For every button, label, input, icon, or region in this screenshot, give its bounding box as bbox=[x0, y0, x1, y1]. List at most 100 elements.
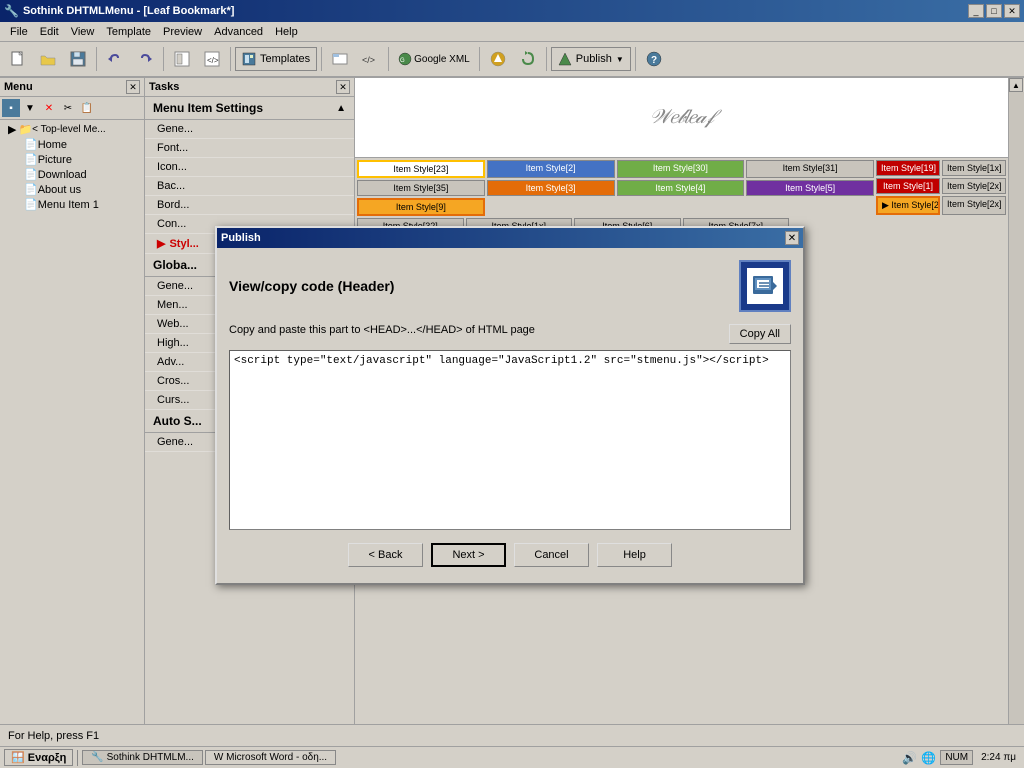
style-item-5[interactable]: Item Style[5] bbox=[746, 180, 874, 196]
tree-root-label: < Top-level Me... bbox=[32, 124, 105, 135]
templates-label: Templates bbox=[260, 53, 310, 65]
modal-title-bar: Publish ✕ bbox=[217, 228, 803, 248]
style-item-4[interactable]: Item Style[4] bbox=[617, 180, 745, 196]
help-button[interactable]: ? bbox=[640, 45, 668, 73]
menu-panel: Menu ✕ ▪ ▼ ✕ ✂ 📋 ▶ 📁 < Top-level Me... 📄… bbox=[0, 78, 145, 724]
menu-item-settings-header: Menu Item Settings ▲ bbox=[145, 97, 354, 120]
right-scrollbar[interactable]: ▲ ▼ bbox=[1008, 78, 1024, 724]
dialog-help-button[interactable]: Help bbox=[597, 543, 672, 567]
modal-instruction: Copy and paste this part to <HEAD>...</H… bbox=[229, 324, 535, 336]
settings-collapse-icon[interactable]: ▲ bbox=[336, 103, 346, 114]
style-item-31[interactable]: Item Style[31] bbox=[746, 160, 874, 178]
tray-icon1: 🔊 bbox=[902, 751, 917, 765]
maximize-button[interactable]: □ bbox=[986, 4, 1002, 18]
style-item-r1[interactable]: Item Style[1x] bbox=[942, 160, 1006, 176]
toolbar: </> Templates </> G Google XML Publish ▼… bbox=[0, 42, 1024, 78]
svg-text:</>: </> bbox=[362, 55, 375, 65]
tree-root[interactable]: ▶ 📁 < Top-level Me... bbox=[2, 122, 142, 137]
menu-template[interactable]: Template bbox=[100, 24, 157, 40]
window-title: Sothink DHTMLMenu - [Leaf Bookmark*] bbox=[23, 5, 234, 17]
style-item-r3[interactable]: Item Style[2x] bbox=[942, 196, 1006, 215]
tab-button[interactable] bbox=[326, 45, 354, 73]
settings-font[interactable]: Font... bbox=[145, 139, 354, 158]
tree-menuitem1[interactable]: 📄 Menu Item 1 bbox=[2, 197, 142, 212]
menu-file[interactable]: File bbox=[4, 24, 34, 40]
undo-button[interactable] bbox=[101, 45, 129, 73]
panel-toolbar-copy[interactable]: 📋 bbox=[78, 99, 96, 117]
google-xml-label: Google XML bbox=[414, 54, 470, 65]
code-textarea[interactable]: <script type="text/javascript" language=… bbox=[229, 350, 791, 530]
menu-edit[interactable]: Edit bbox=[34, 24, 65, 40]
panel-toolbar-cut[interactable]: ✂ bbox=[59, 99, 77, 117]
new-button[interactable] bbox=[4, 45, 32, 73]
menu-preview[interactable]: Preview bbox=[157, 24, 208, 40]
cancel-button[interactable]: Cancel bbox=[514, 543, 589, 567]
menu-panel-close[interactable]: ✕ bbox=[126, 80, 140, 94]
publish-button[interactable]: Publish ▼ bbox=[551, 47, 631, 71]
scroll-up[interactable]: ▲ bbox=[1009, 78, 1023, 92]
title-bar: 🔧 Sothink DHTMLMenu - [Leaf Bookmark*] _… bbox=[0, 0, 1024, 22]
next-button[interactable]: Next > bbox=[431, 543, 506, 567]
refresh-button[interactable] bbox=[514, 45, 542, 73]
open-button[interactable] bbox=[34, 45, 62, 73]
style-item-1[interactable]: Item Style[1] bbox=[876, 178, 940, 194]
panel-toolbar-x[interactable]: ✕ bbox=[40, 99, 58, 117]
tasks-panel-close[interactable]: ✕ bbox=[336, 80, 350, 94]
settings-icon[interactable]: Icon... bbox=[145, 158, 354, 177]
status-bar: For Help, press F1 bbox=[0, 724, 1024, 746]
clock: 2:24 πμ bbox=[977, 752, 1020, 763]
copy-all-button[interactable]: Copy All bbox=[729, 324, 791, 344]
preview-logo: 𝒲𝑒𝒷𝑙𝑒𝒶𝒻 bbox=[650, 106, 713, 129]
style-item-23[interactable]: Item Style[23] bbox=[357, 160, 485, 178]
modal-close-button[interactable]: ✕ bbox=[785, 231, 799, 245]
num-lock-indicator: NUM bbox=[940, 750, 973, 765]
back-button[interactable]: < Back bbox=[348, 543, 423, 567]
redo-button[interactable] bbox=[131, 45, 159, 73]
publish-dropdown-icon[interactable]: ▼ bbox=[616, 55, 624, 64]
panel-toolbar-new[interactable]: ▪ bbox=[2, 99, 20, 117]
settings-background[interactable]: Bac... bbox=[145, 177, 354, 196]
settings-title: Menu Item Settings bbox=[153, 101, 263, 115]
style-item-9[interactable]: Item Style[9] bbox=[357, 198, 485, 216]
sep2 bbox=[163, 47, 164, 71]
panel-toolbar-down[interactable]: ▼ bbox=[21, 99, 39, 117]
tree-about[interactable]: 📄 About us bbox=[2, 182, 142, 197]
close-button[interactable]: ✕ bbox=[1004, 4, 1020, 18]
page-icon: 📄 bbox=[24, 138, 38, 151]
menu-panel-title: Menu bbox=[4, 81, 33, 93]
code-view-button[interactable]: </> bbox=[356, 45, 384, 73]
publish-label: Publish bbox=[576, 53, 612, 65]
svg-text:</>: </> bbox=[207, 56, 219, 65]
menu-view[interactable]: View bbox=[65, 24, 101, 40]
settings-border[interactable]: Bord... bbox=[145, 196, 354, 215]
tree-home[interactable]: 📄 Home bbox=[2, 137, 142, 152]
app-icon: 🔧 bbox=[4, 4, 19, 18]
taskbar-word[interactable]: W Microsoft Word - οδη... bbox=[205, 750, 336, 765]
style-item-30[interactable]: Item Style[30] bbox=[617, 160, 745, 178]
taskbar-word-label: Microsoft Word - οδη... bbox=[226, 752, 327, 763]
start-button[interactable]: 🪟 Εναρξη bbox=[4, 749, 73, 766]
templates-button[interactable]: Templates bbox=[235, 47, 317, 71]
google-xml-button[interactable]: G Google XML bbox=[393, 45, 475, 73]
tree-picture[interactable]: 📄 Picture bbox=[2, 152, 142, 167]
settings-general[interactable]: Gene... bbox=[145, 120, 354, 139]
save-button[interactable] bbox=[64, 45, 92, 73]
menu-advanced[interactable]: Advanced bbox=[208, 24, 269, 40]
style-item-r2[interactable]: Item Style[2x] bbox=[942, 178, 1006, 194]
normal-view-button[interactable] bbox=[168, 45, 196, 73]
style-item-2[interactable]: Item Style[2] bbox=[487, 160, 615, 178]
sep3 bbox=[230, 47, 231, 71]
style-item-19[interactable]: Item Style[19] bbox=[876, 160, 940, 176]
taskbar-sothink-label: Sothink DHTMLM... bbox=[107, 752, 194, 763]
minimize-button[interactable]: _ bbox=[968, 4, 984, 18]
style-item-3[interactable]: Item Style[3] bbox=[487, 180, 615, 196]
export-button[interactable] bbox=[484, 45, 512, 73]
tree-download[interactable]: 📄 Download bbox=[2, 167, 142, 182]
tree-area: ▶ 📁 < Top-level Me... 📄 Home 📄 Picture 📄… bbox=[0, 120, 144, 724]
sep5 bbox=[388, 47, 389, 71]
menu-help[interactable]: Help bbox=[269, 24, 304, 40]
taskbar-sothink[interactable]: 🔧 Sothink DHTMLM... bbox=[82, 750, 202, 765]
style-item-35[interactable]: Item Style[35] bbox=[357, 180, 485, 196]
html-view-button[interactable]: </> bbox=[198, 45, 226, 73]
style-item-26[interactable]: ▶ Item Style[26] bbox=[876, 196, 940, 215]
